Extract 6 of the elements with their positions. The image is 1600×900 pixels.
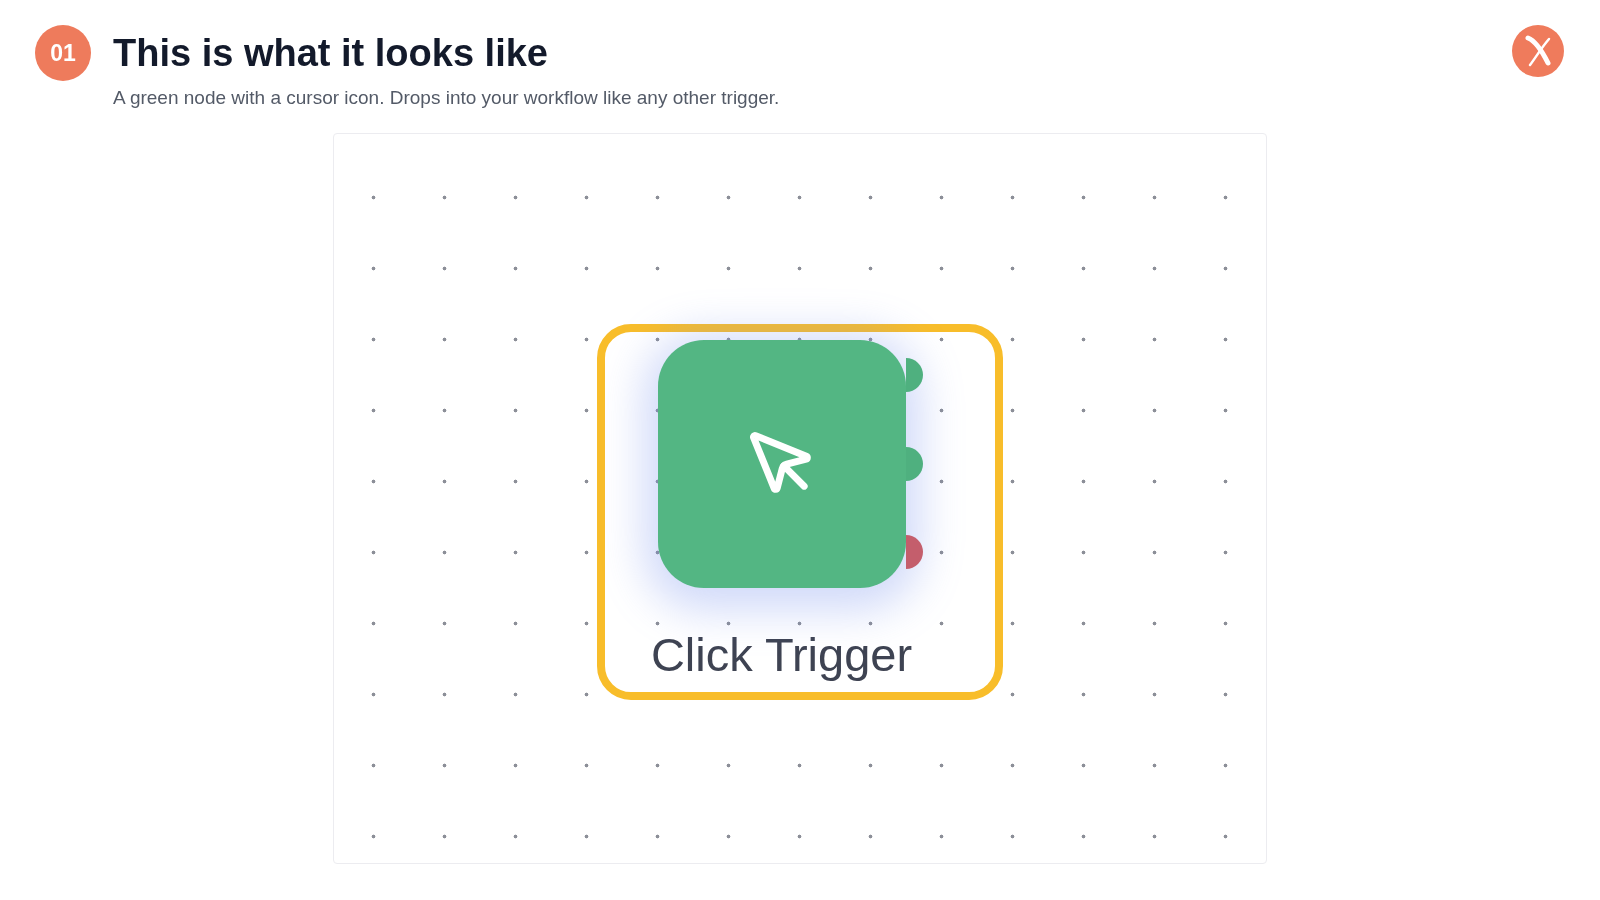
logo-icon — [1512, 25, 1564, 77]
node-label: Click Trigger — [650, 628, 913, 682]
slide-subtitle: A green node with a cursor icon. Drops into your workflow like any other trigger. — [113, 86, 780, 110]
trigger-node[interactable] — [657, 340, 906, 588]
slide-title: This is what it looks like — [113, 31, 549, 76]
step-badge: 01 — [35, 25, 91, 81]
